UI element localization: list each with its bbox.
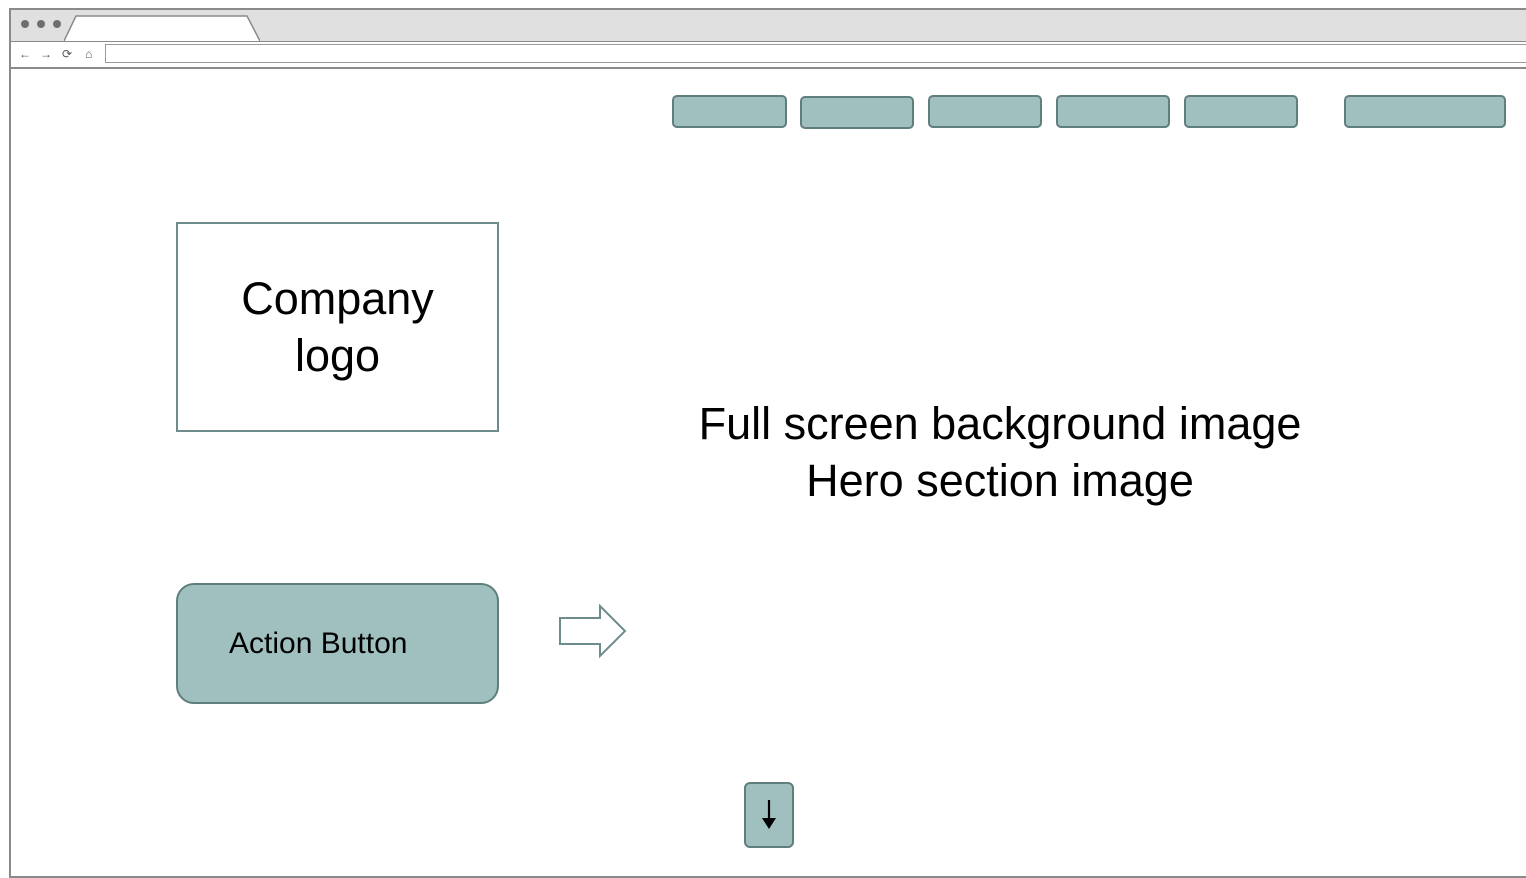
nav-item-3[interactable]	[928, 95, 1042, 128]
url-bar[interactable]	[105, 44, 1526, 63]
home-icon[interactable]: ⌂	[85, 45, 92, 63]
hero-line-1: Full screen background image	[698, 398, 1302, 449]
window-minimize-icon[interactable]	[37, 20, 45, 28]
action-button[interactable]: Action Button	[176, 583, 499, 704]
hero-line-2: Hero section image	[806, 455, 1194, 506]
arrow-down-icon	[762, 800, 776, 829]
action-button-label: Action Button	[229, 627, 408, 660]
nav-item-2[interactable]	[800, 96, 914, 129]
nav-item-4[interactable]	[1056, 95, 1170, 128]
nav-item-6[interactable]	[1344, 95, 1506, 128]
nav-item-5[interactable]	[1184, 95, 1298, 128]
window-maximize-icon[interactable]	[53, 20, 61, 28]
company-logo: Company logo	[176, 222, 499, 432]
browser-tab[interactable]	[64, 15, 260, 41]
scroll-down-button[interactable]	[744, 782, 794, 848]
hero-text: Full screen background image Hero sectio…	[640, 395, 1360, 509]
nav-item-1[interactable]	[672, 95, 787, 128]
window-close-icon[interactable]	[21, 20, 29, 28]
reload-icon[interactable]: ⟳	[62, 45, 72, 63]
arrow-right-icon	[559, 604, 627, 659]
forward-icon[interactable]: →	[40, 45, 52, 63]
back-icon[interactable]: ←	[19, 45, 31, 63]
